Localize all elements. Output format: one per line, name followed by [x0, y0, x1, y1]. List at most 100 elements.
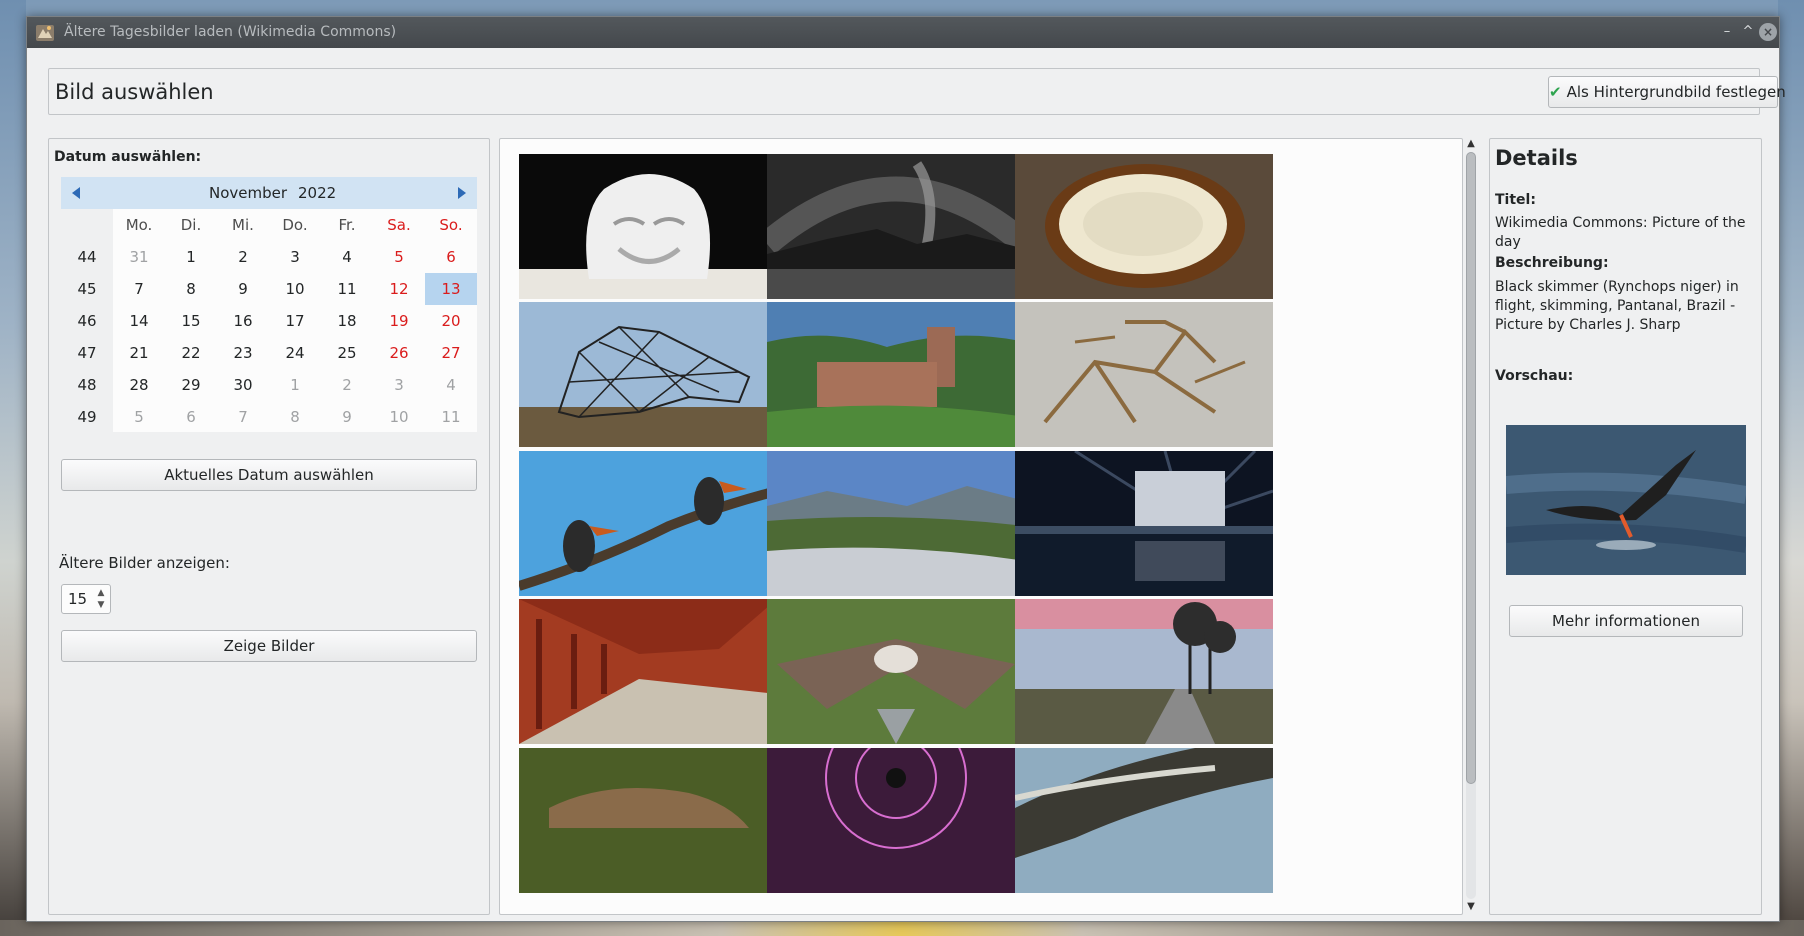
calendar-day[interactable]: 16	[217, 305, 269, 337]
preview-label: Vorschau:	[1495, 368, 1574, 384]
thumbnail-red-corridor[interactable]	[519, 599, 777, 744]
description-value: Black skimmer (Rynchops niger) in flight…	[1495, 279, 1739, 333]
calendar-day[interactable]: 31	[113, 241, 165, 273]
weekday-header: Fr.	[338, 216, 356, 234]
calendar-day[interactable]: 29	[165, 369, 217, 401]
calendar-day[interactable]: 3	[269, 241, 321, 273]
thumbnail-wire-sculpture[interactable]	[519, 302, 777, 447]
thumbnail-tree-road[interactable]	[1015, 599, 1273, 744]
gallery-scrollbar[interactable]: ▲ ▼	[1463, 138, 1479, 913]
calendar-day-selected[interactable]: 13	[425, 273, 477, 305]
close-button[interactable]: ×	[1759, 23, 1777, 41]
calendar-day[interactable]: 23	[217, 337, 269, 369]
set-wallpaper-label: Als Hintergrundbild festlegen	[1566, 83, 1786, 101]
page-title: Bild auswählen	[55, 80, 214, 104]
calendar-day[interactable]: 12	[373, 273, 425, 305]
calendar-day[interactable]: 28	[113, 369, 165, 401]
week-number: 46	[61, 305, 113, 337]
calendar-day[interactable]: 27	[425, 337, 477, 369]
description-label: Beschreibung:	[1495, 255, 1609, 271]
calendar-day[interactable]: 3	[373, 369, 425, 401]
thumbnail-river-aerial[interactable]	[1015, 748, 1273, 893]
weekday-header: Di.	[180, 216, 202, 234]
calendar-day[interactable]: 7	[113, 273, 165, 305]
more-information-button[interactable]: Mehr informationen	[1509, 605, 1743, 637]
older-images-spinbox[interactable]: 15 ▲ ▼	[61, 584, 111, 614]
calendar-day[interactable]: 11	[321, 273, 373, 305]
scroll-down-icon[interactable]: ▼	[1465, 901, 1477, 913]
calendar-day[interactable]: 6	[425, 241, 477, 273]
image-gallery	[499, 138, 1463, 915]
next-month-icon[interactable]	[453, 184, 471, 202]
calendar-day[interactable]: 17	[269, 305, 321, 337]
calendar-day[interactable]: 14	[113, 305, 165, 337]
calendar-day[interactable]: 1	[269, 369, 321, 401]
date-panel: Datum auswählen: November 2022 Mo. Di. M…	[48, 138, 490, 915]
calendar-day[interactable]: 7	[217, 401, 269, 433]
calendar-day[interactable]: 11	[425, 401, 477, 433]
thumbnail-illuminated-building[interactable]	[1015, 451, 1273, 596]
title-bar[interactable]: Ältere Tagesbilder laden (Wikimedia Comm…	[27, 17, 1779, 48]
thumbnail-moth[interactable]	[767, 599, 1025, 744]
weekday-header: Do.	[282, 216, 308, 234]
calendar-week-row: 49 5 6 7 8 9 10 11	[61, 401, 477, 433]
calendar-day[interactable]: 4	[425, 369, 477, 401]
window-title: Ältere Tagesbilder laden (Wikimedia Comm…	[64, 24, 397, 40]
minimize-button[interactable]: –	[1718, 23, 1736, 41]
maximize-button[interactable]: ^	[1739, 23, 1757, 41]
weekday-header-row: Mo. Di. Mi. Do. Fr. Sa. So.	[61, 209, 477, 241]
calendar-day[interactable]: 8	[165, 273, 217, 305]
thumbnail-reptile[interactable]	[519, 748, 777, 893]
weekday-header: Mo.	[125, 216, 153, 234]
calendar-day[interactable]: 22	[165, 337, 217, 369]
calendar-week-row: 44 31 1 2 3 4 5 6	[61, 241, 477, 273]
calendar-day[interactable]: 2	[217, 241, 269, 273]
show-images-button[interactable]: Zeige Bilder	[61, 630, 477, 662]
calendar-day[interactable]: 6	[165, 401, 217, 433]
calendar-day[interactable]: 4	[321, 241, 373, 273]
calendar-day[interactable]: 10	[373, 401, 425, 433]
select-current-date-button[interactable]: Aktuelles Datum auswählen	[61, 459, 477, 491]
set-wallpaper-button[interactable]: ✔ Als Hintergrundbild festlegen	[1548, 76, 1786, 108]
thumbnail-spider-web[interactable]	[767, 748, 1025, 893]
calendar-day[interactable]: 26	[373, 337, 425, 369]
thumbnail-valley-forest[interactable]	[767, 451, 1025, 596]
previous-month-icon[interactable]	[67, 184, 85, 202]
thumbnail-sculpture-head[interactable]	[519, 154, 777, 299]
app-icon	[36, 25, 54, 41]
weekday-header: So.	[439, 216, 463, 234]
calendar-day[interactable]: 10	[269, 273, 321, 305]
calendar-day[interactable]: 5	[113, 401, 165, 433]
calendar-day[interactable]: 20	[425, 305, 477, 337]
calendar-day[interactable]: 18	[321, 305, 373, 337]
calendar-day[interactable]: 2	[321, 369, 373, 401]
header-bar: Bild auswählen ✔ Als Hintergrundbild fest…	[48, 68, 1786, 115]
calendar-day[interactable]: 25	[321, 337, 373, 369]
calendar-day[interactable]: 24	[269, 337, 321, 369]
scroll-handle[interactable]	[1466, 152, 1476, 784]
calendar-day[interactable]: 30	[217, 369, 269, 401]
calendar-year[interactable]: 2022	[298, 184, 336, 202]
week-number: 48	[61, 369, 113, 401]
spin-arrows-icon[interactable]: ▲ ▼	[95, 587, 107, 611]
title-label: Titel:	[1495, 192, 1536, 208]
calendar-month[interactable]: November	[209, 184, 287, 202]
scroll-track[interactable]	[1466, 152, 1476, 899]
thumbnail-fossil[interactable]	[1015, 302, 1273, 447]
calendar-day[interactable]: 9	[217, 273, 269, 305]
calendar-day[interactable]: 19	[373, 305, 425, 337]
calendar-day[interactable]: 9	[321, 401, 373, 433]
calendar-day[interactable]: 8	[269, 401, 321, 433]
thumbnail-castle-ruins[interactable]	[767, 302, 1025, 447]
calendar-day[interactable]: 5	[373, 241, 425, 273]
calendar-day[interactable]: 21	[113, 337, 165, 369]
calendar-week-row: 46 14 15 16 17 18 19 20	[61, 305, 477, 337]
weekday-header: Sa.	[387, 216, 411, 234]
thumbnail-hornbills[interactable]	[519, 451, 777, 596]
calendar-day[interactable]: 15	[165, 305, 217, 337]
calendar-day[interactable]: 1	[165, 241, 217, 273]
thumbnail-milky-way[interactable]	[767, 154, 1025, 299]
week-number: 49	[61, 401, 113, 433]
scroll-up-icon[interactable]: ▲	[1465, 138, 1477, 150]
thumbnail-mushroom[interactable]	[1015, 154, 1273, 299]
